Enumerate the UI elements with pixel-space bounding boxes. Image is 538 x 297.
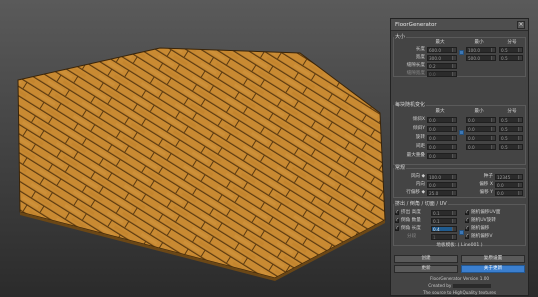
random-rotation-div[interactable]: 0.5 [499, 135, 523, 141]
panel-titlebar[interactable]: FloorGenerator × [391, 19, 528, 31]
random-tilt-x-label: 倾斜X [412, 117, 425, 122]
random-rotation-label: 旋转 [415, 135, 425, 140]
random-offset-v-checkbox[interactable] [465, 234, 469, 240]
author-link[interactable] [452, 284, 491, 288]
bevel-segments-value[interactable]: 1 [431, 234, 457, 240]
update-button[interactable]: 更新 [394, 265, 458, 273]
bevel-extrude-label: 挤出 高度 [401, 210, 421, 215]
size-gap-length-max[interactable]: 0.2 [427, 63, 457, 69]
lock-icon[interactable] [459, 230, 464, 235]
general-inward-label: 内向 [415, 182, 425, 187]
general-offset-y-label: 偏移 Y [479, 190, 493, 195]
random-tilt-y-min[interactable]: 0.0 [466, 126, 496, 132]
general-offset-x-label: 偏移 X [479, 182, 493, 187]
size-width-label: 宽度 [415, 55, 425, 60]
size-width-max[interactable]: 300.0 [427, 55, 457, 61]
random-spacing-max[interactable]: 0.0 [427, 144, 457, 150]
size-col-max: 最大 [435, 40, 445, 45]
bevel-group-title: 挤出 / 倒角 / 切面 / UV [394, 201, 448, 207]
general-seed-label: 种子 [483, 174, 493, 179]
random-tilt-y-div[interactable]: 0.5 [499, 126, 523, 132]
general-inward-value[interactable]: 0.0 [427, 182, 457, 188]
footer-version: FloorGenerator Version 1.00 [429, 276, 490, 281]
random-uv-offset-checkbox[interactable] [465, 210, 469, 216]
size-gap-width-label: 缝隙宽度 [406, 71, 425, 76]
general-row-offset-label: 行偏移 ◆ [406, 190, 425, 195]
general-direction-label: 风向 ◆ [410, 174, 425, 179]
random-col-max: 最大 [435, 109, 445, 114]
footer-created-by-label: Created by [428, 283, 452, 288]
random-uv-rotate-checkbox[interactable] [465, 218, 469, 224]
random-tilt-x-div[interactable]: 0.5 [499, 117, 523, 123]
random-offset-u-checkbox[interactable] [465, 226, 469, 232]
close-icon[interactable]: × [517, 21, 525, 29]
reset-settings-button[interactable]: 复原设置 [461, 255, 525, 263]
panel-title: FloorGenerator [395, 22, 437, 28]
bevel-amount-checkbox[interactable] [395, 218, 399, 224]
bevel-amount-value[interactable]: 0.1 [431, 218, 457, 224]
general-row-offset-value[interactable]: 25.0 [427, 190, 457, 196]
random-spacing-min[interactable]: 0.0 [466, 144, 496, 150]
bevel-length-value[interactable]: 0.4 [431, 226, 457, 232]
random-spacing-div[interactable]: 0.5 [499, 144, 523, 150]
footer-source[interactable]: The source to HighQuality textures [391, 290, 528, 295]
footer-created-by: Created by [391, 283, 528, 289]
size-width-div[interactable]: 0.5 [499, 55, 523, 61]
random-tilt-y-max[interactable]: 0.0 [427, 126, 457, 132]
bevel-extrude-checkbox[interactable] [395, 210, 399, 216]
random-offset-u-label: 随机偏移 [471, 226, 490, 231]
bevel-segments-label: 分段 [407, 234, 417, 239]
random-tilt-x-min[interactable]: 0.0 [466, 117, 496, 123]
size-col-div: 分号 [507, 40, 517, 45]
about-update-button[interactable]: 关于更新 [461, 265, 525, 273]
size-width-min[interactable]: 500.0 [466, 55, 496, 61]
random-offset-v-label: 随机偏移V [471, 234, 493, 239]
general-group-title: 常规 [394, 165, 407, 171]
size-length-max[interactable]: 600.0 [427, 47, 457, 53]
random-uv-rotate-label: 随机UV旋转 [471, 218, 496, 223]
bevel-length-checkbox[interactable] [395, 226, 399, 232]
random-group-title: 每块随机变化 [394, 102, 427, 108]
random-spacing-label: 间距 [415, 144, 425, 149]
random-rotation-min[interactable]: 0.0 [466, 135, 496, 141]
random-max-overlap-label: 最大重叠 [406, 153, 425, 158]
size-length-min[interactable]: 100.0 [466, 47, 496, 53]
size-gap-width-max[interactable]: 0.0 [427, 71, 457, 77]
random-tilt-x-max[interactable]: 0.0 [427, 117, 457, 123]
general-offset-y-value[interactable]: 0.0 [495, 190, 523, 196]
random-max-overlap-max[interactable]: 0.0 [427, 153, 457, 159]
random-tilt-y-label: 倾斜Y [413, 126, 425, 131]
bevel-length-label: 倒角 长度 [401, 226, 421, 231]
general-offset-x-value[interactable]: 0.0 [495, 182, 523, 188]
target-spline-label[interactable]: 地板模板: ( Line001 ) [391, 243, 528, 249]
lock-icon[interactable] [459, 50, 464, 55]
lock-icon[interactable] [459, 130, 464, 135]
random-col-div: 分号 [507, 109, 517, 114]
size-gap-length-label: 缝隙长度 [406, 63, 425, 68]
bevel-extrude-value[interactable]: 0.1 [431, 210, 457, 216]
general-direction-value[interactable]: 100.0 [427, 174, 457, 180]
size-col-min: 最小 [474, 40, 484, 45]
create-button[interactable]: 创建 [394, 255, 458, 263]
random-col-min: 最小 [474, 109, 484, 114]
random-uv-offset-label: 随机偏移UV面 [471, 210, 501, 215]
floor-generator-panel: FloorGenerator × 大小 最大 最小 分号 长度 600.0 10… [390, 18, 529, 296]
general-seed-value[interactable]: 12345 [495, 174, 523, 180]
random-rotation-max[interactable]: 0.0 [427, 135, 457, 141]
size-length-div[interactable]: 0.5 [499, 47, 523, 53]
bevel-amount-label: 倒角 数量 [401, 218, 421, 223]
size-length-label: 长度 [415, 47, 425, 52]
size-group-title: 大小 [394, 34, 407, 40]
